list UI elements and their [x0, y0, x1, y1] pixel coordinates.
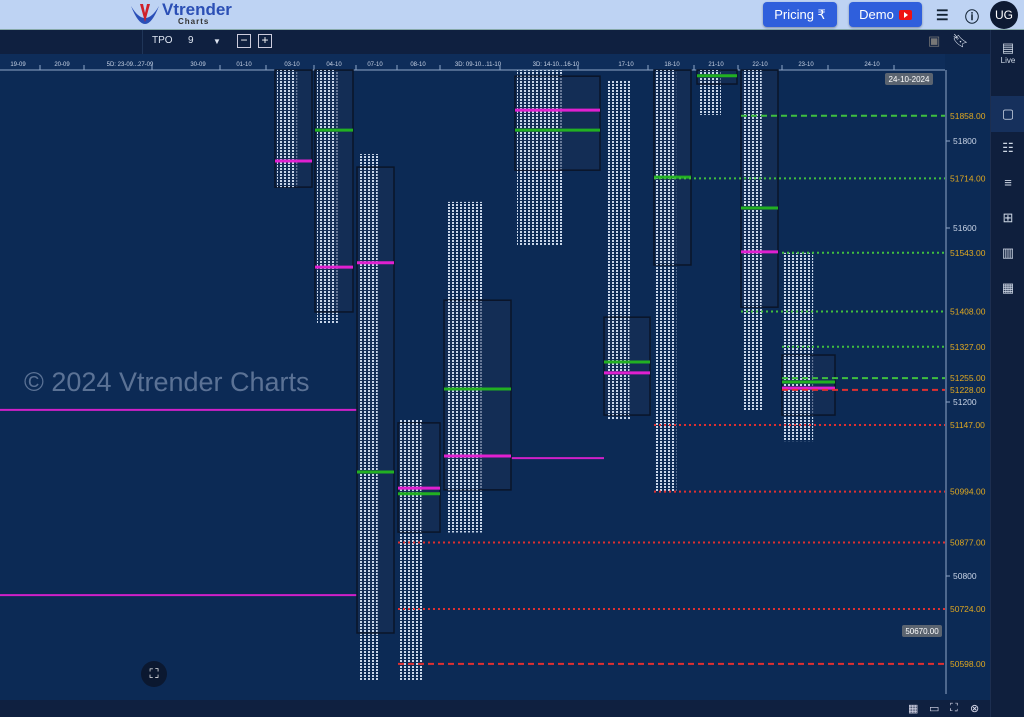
- date-label: 22-10: [752, 62, 768, 68]
- reference-level-label: 51543.00: [950, 248, 986, 258]
- date-label: 07-10: [367, 62, 383, 68]
- reference-level-label: 51255.00: [950, 373, 986, 383]
- zoom-out-button[interactable]: −: [237, 34, 251, 48]
- tpo-letters: [446, 300, 480, 490]
- tpo-letters: [277, 70, 296, 188]
- tpo-profile-0410: [314, 69, 354, 324]
- reference-level-label: 51228.00: [950, 385, 986, 395]
- demo-button[interactable]: Demo: [849, 2, 922, 27]
- date-label: 17-10: [618, 62, 634, 68]
- current-price-tag: 50670.00: [905, 627, 939, 636]
- youtube-icon: [898, 9, 912, 20]
- tpo-profile-0710: [356, 154, 395, 681]
- date-label: 20-09: [54, 62, 70, 68]
- avatar[interactable]: UG: [990, 1, 1018, 29]
- close-icon[interactable]: ⊗: [970, 702, 979, 715]
- bottom-bar: ▦ ▭ ⛶ ⊗: [0, 700, 990, 717]
- reference-level-label: 51327.00: [950, 342, 986, 352]
- right-sidebar: ▤ Live ▢ ☷ ≡ ⊞ ▥ ▦: [990, 30, 1024, 717]
- notes-icon[interactable]: ☰: [936, 7, 949, 24]
- info-icon[interactable]: ⓘ: [965, 7, 979, 27]
- layout-grid-icon[interactable]: ⊞: [991, 210, 1024, 234]
- reference-level-label: 50598.00: [950, 659, 986, 669]
- tpo-letters: [606, 317, 629, 416]
- layout-columns-icon[interactable]: ▥: [991, 245, 1024, 269]
- date-label: 19-09: [10, 62, 26, 68]
- date-label: 23-10: [798, 62, 814, 68]
- tpo-profile-0310: [274, 69, 313, 188]
- reference-level-label: 51714.00: [950, 173, 986, 183]
- price-tick-label: 51800: [953, 136, 977, 146]
- tpo-letters: [400, 422, 421, 533]
- date-label: 18-10: [664, 62, 680, 68]
- focus-icon[interactable]: ⛶: [950, 702, 958, 715]
- pricing-button[interactable]: Pricing ₹: [763, 2, 837, 27]
- rec-icon[interactable]: ▭: [929, 702, 939, 715]
- date-label: 01-10: [236, 62, 252, 68]
- logo-icon: [131, 4, 159, 24]
- vtrender-logo[interactable]: Vtrender Charts: [128, 1, 232, 26]
- zoom-in-button[interactable]: +: [258, 34, 272, 48]
- price-tick-label: 50800: [953, 571, 977, 581]
- date-label: 5D: 23-09...27-09: [107, 62, 154, 68]
- layout-grid6-icon[interactable]: ▦: [991, 280, 1024, 304]
- price-tick-label: 51200: [953, 397, 977, 407]
- save-icon[interactable]: ▣: [928, 33, 940, 49]
- date-label: 21-10: [708, 62, 724, 68]
- date-label: 03-10: [284, 62, 300, 68]
- reference-level-label: 51408.00: [950, 307, 986, 317]
- reference-level-label: 51147.00: [950, 420, 985, 430]
- date-label: 3D: 14-10...16-10: [533, 62, 580, 68]
- date-label: 3D: 09-10...11-10: [455, 62, 502, 68]
- price-tick-label: 51600: [953, 223, 977, 233]
- watermark: © 2024 Vtrender Charts: [24, 367, 310, 397]
- chevron-down-icon[interactable]: ▼: [213, 37, 221, 46]
- date-label: 24-10: [864, 62, 880, 68]
- fullscreen-button[interactable]: ⛶: [141, 661, 167, 687]
- date-label: 30-09: [190, 62, 206, 68]
- divider: [142, 30, 143, 54]
- grid-icon[interactable]: ▦: [908, 702, 918, 715]
- layout-split-icon[interactable]: ☷: [991, 140, 1024, 164]
- current-date-tag: 24-10-2024: [889, 75, 930, 84]
- date-label: 04-10: [326, 62, 342, 68]
- date-label: 08-10: [410, 62, 426, 68]
- tpo-letters: [784, 355, 811, 416]
- reference-level-label: 50877.00: [950, 538, 986, 548]
- reference-level-label: 50724.00: [950, 604, 986, 614]
- chart-type-label: TPO: [152, 35, 173, 46]
- tpo-letters: [317, 70, 336, 312]
- live-button[interactable]: ▤ Live: [991, 40, 1024, 65]
- top-bar: Vtrender Charts Pricing ₹ Demo ☰ ⓘ UG: [0, 0, 1024, 30]
- bookmark-add-icon[interactable]: 🔖︎: [952, 33, 969, 49]
- chart-toolbar: TPO 9 ▼ − + ▣ 🔖︎: [0, 30, 990, 54]
- tpo-letters: [517, 76, 560, 171]
- layout-single-icon[interactable]: ▢: [991, 96, 1024, 132]
- tpo-letters: [359, 167, 378, 633]
- reference-level-label: 50994.00: [950, 487, 986, 497]
- reference-level-label: 51858.00: [950, 111, 986, 121]
- tpo-letters: [743, 70, 762, 308]
- tpo-size-select[interactable]: 9: [188, 35, 194, 46]
- tpo-letters: [656, 70, 675, 265]
- layout-rows-icon[interactable]: ≡: [991, 175, 1024, 199]
